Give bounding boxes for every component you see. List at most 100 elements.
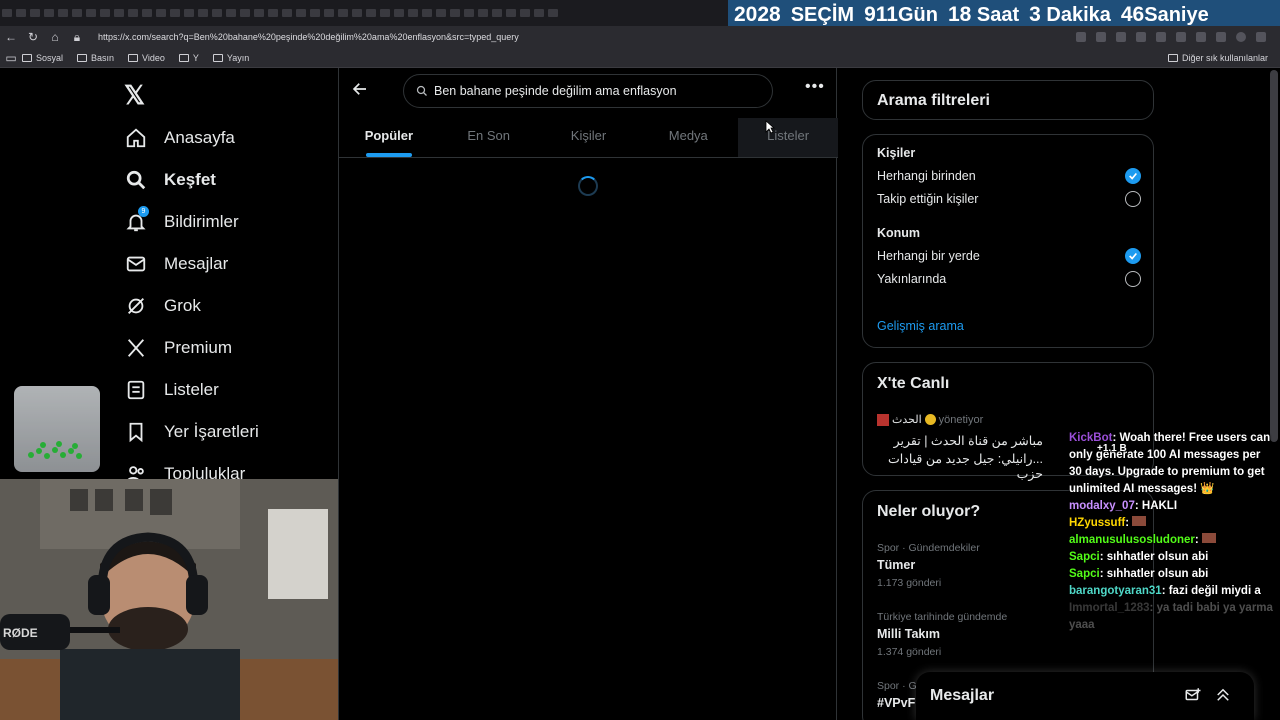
browser-tab[interactable] <box>478 9 488 17</box>
browser-tab[interactable] <box>352 9 362 17</box>
other-bookmarks[interactable]: Diğer sık kullanılanlar <box>1167 53 1268 63</box>
x-logo-icon[interactable]: 𝕏 <box>124 80 145 111</box>
radio-checked-icon[interactable] <box>1125 168 1141 184</box>
tab-media[interactable]: Medya <box>638 118 738 157</box>
nav-grok[interactable]: Grok <box>124 289 201 323</box>
browser-tab[interactable] <box>436 9 446 17</box>
search-input[interactable]: Ben bahane peşinde değilim ama enflasyon <box>403 74 773 108</box>
extension-icon[interactable] <box>1096 32 1106 42</box>
browser-tab[interactable] <box>100 9 110 17</box>
new-message-icon[interactable] <box>1184 686 1202 709</box>
tab-popular[interactable]: Popüler <box>339 118 439 157</box>
browser-tab[interactable] <box>268 9 278 17</box>
radio-unchecked-icon[interactable] <box>1125 271 1141 287</box>
bookmark-folder[interactable]: Sosyal <box>22 53 63 63</box>
browser-tab[interactable] <box>240 9 250 17</box>
host-name[interactable]: الحدث <box>892 413 922 426</box>
tab-people[interactable]: Kişiler <box>539 118 639 157</box>
browser-tab[interactable] <box>114 9 124 17</box>
trend-name[interactable]: Milli Takım <box>877 627 940 641</box>
trend-name[interactable]: #VPvF <box>877 696 915 710</box>
search-tabs: Popüler En Son Kişiler Medya Listeler <box>339 118 838 158</box>
browser-tab[interactable] <box>520 9 530 17</box>
nav-notifications[interactable]: 9 Bildirimler <box>124 205 239 239</box>
url-field[interactable]: https://x.com/search?q=Ben%20bahane%20pe… <box>98 32 1076 42</box>
browser-tab[interactable] <box>86 9 96 17</box>
nav-home[interactable]: Anasayfa <box>124 121 235 155</box>
nav-lists[interactable]: Listeler <box>124 373 219 407</box>
trend-name[interactable]: Tümer <box>877 558 915 572</box>
browser-tab[interactable] <box>380 9 390 17</box>
bookmark-folder[interactable]: Y <box>178 53 199 63</box>
live-headline-line1[interactable]: مباشر من قناة الحدث | تقرير <box>894 433 1043 448</box>
filter-location-near[interactable]: Yakınlarında <box>877 271 1141 287</box>
extension-icon[interactable] <box>1176 32 1186 42</box>
chat-username: Immortal_1283 <box>1069 602 1150 614</box>
home-icon[interactable]: ⌂ <box>44 30 66 44</box>
nav-premium[interactable]: Premium <box>124 331 232 365</box>
browser-tab[interactable] <box>492 9 502 17</box>
browser-tab[interactable] <box>170 9 180 17</box>
browser-tab[interactable] <box>450 9 460 17</box>
browser-tab[interactable] <box>226 9 236 17</box>
filter-location-any[interactable]: Herhangi bir yerde <box>877 248 1141 264</box>
host-avatar[interactable] <box>877 413 889 426</box>
extension-icon[interactable] <box>1216 32 1226 42</box>
browser-tab[interactable] <box>72 9 82 17</box>
expand-up-icon[interactable] <box>1214 686 1232 709</box>
nav-bookmarks[interactable]: Yer İşaretleri <box>124 415 259 449</box>
browser-tab[interactable] <box>2 9 12 17</box>
menu-icon[interactable] <box>1256 32 1266 42</box>
advanced-search-link[interactable]: Gelişmiş arama <box>877 319 964 333</box>
browser-tab[interactable] <box>156 9 166 17</box>
browser-tab[interactable] <box>394 9 404 17</box>
browser-tab[interactable] <box>324 9 334 17</box>
browser-tab[interactable] <box>16 9 26 17</box>
more-options-icon[interactable]: ••• <box>805 78 825 96</box>
radio-checked-icon[interactable] <box>1125 248 1141 264</box>
browser-tab[interactable] <box>142 9 152 17</box>
browser-tab[interactable] <box>58 9 68 17</box>
reading-list-icon[interactable]: ▭ <box>0 51 22 65</box>
filter-people-following[interactable]: Takip ettiğin kişiler <box>877 191 1141 207</box>
page-scrollbar[interactable] <box>1270 70 1278 442</box>
browser-tab[interactable] <box>254 9 264 17</box>
bookmark-folder[interactable]: Yayın <box>212 53 249 63</box>
filter-people-any[interactable]: Herhangi birinden <box>877 168 1141 184</box>
browser-tab[interactable] <box>548 9 558 17</box>
radio-unchecked-icon[interactable] <box>1125 191 1141 207</box>
extension-icon[interactable] <box>1136 32 1146 42</box>
browser-tab[interactable] <box>310 9 320 17</box>
bookmark-folder[interactable]: Basın <box>77 53 114 63</box>
browser-tab[interactable] <box>408 9 418 17</box>
refresh-icon[interactable]: ↻ <box>22 30 44 44</box>
browser-tab[interactable] <box>534 9 544 17</box>
tab-latest[interactable]: En Son <box>439 118 539 157</box>
browser-tab[interactable] <box>338 9 348 17</box>
browser-tab[interactable] <box>198 9 208 17</box>
tab-lists[interactable]: Listeler <box>738 118 838 157</box>
browser-tab[interactable] <box>30 9 40 17</box>
messages-drawer[interactable]: Mesajlar <box>916 672 1254 720</box>
extension-icon[interactable] <box>1076 32 1086 42</box>
browser-tab[interactable] <box>184 9 194 17</box>
nav-explore[interactable]: Keşfet <box>124 163 216 197</box>
live-headline-line2[interactable]: ...رانيلي: جيل جديد من قيادات حزب <box>863 451 1043 481</box>
back-arrow-icon[interactable] <box>351 80 369 103</box>
extension-icon[interactable] <box>1156 32 1166 42</box>
back-icon[interactable]: ← <box>0 30 22 44</box>
browser-tab[interactable] <box>464 9 474 17</box>
browser-tab[interactable] <box>296 9 306 17</box>
extension-icon[interactable] <box>1116 32 1126 42</box>
browser-tab[interactable] <box>282 9 292 17</box>
browser-tab[interactable] <box>44 9 54 17</box>
bookmark-folder[interactable]: Video <box>128 53 165 63</box>
browser-tab[interactable] <box>128 9 138 17</box>
extension-icon[interactable] <box>1196 32 1206 42</box>
browser-tab[interactable] <box>506 9 516 17</box>
browser-tab[interactable] <box>212 9 222 17</box>
browser-tab[interactable] <box>422 9 432 17</box>
nav-messages[interactable]: Mesajlar <box>124 247 228 281</box>
profile-avatar[interactable] <box>1236 32 1246 42</box>
browser-tab[interactable] <box>366 9 376 17</box>
